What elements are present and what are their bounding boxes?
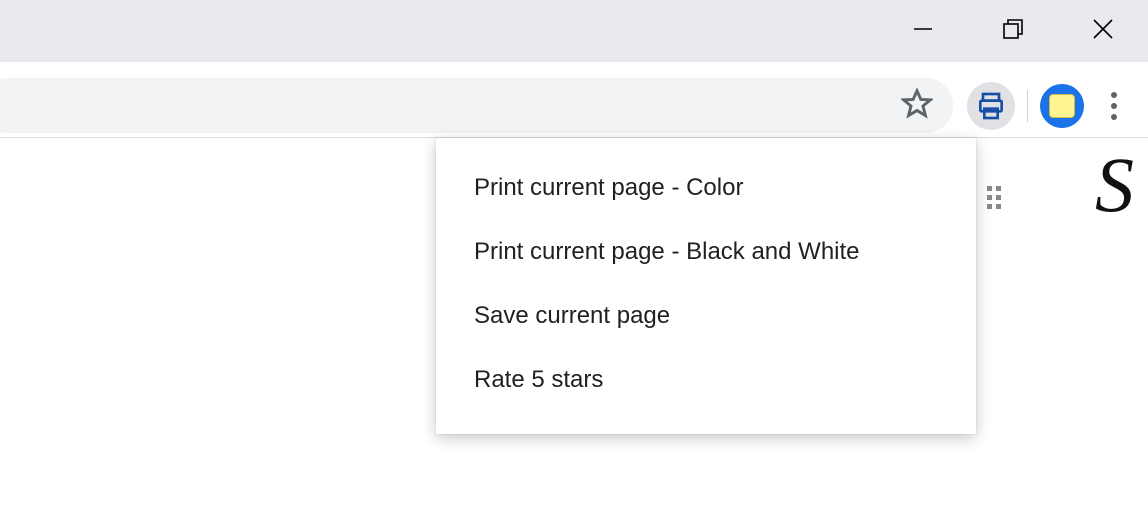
address-bar[interactable] bbox=[0, 78, 953, 133]
toolbar-separator bbox=[1027, 90, 1028, 122]
menu-item-print-bw[interactable]: Print current page - Black and White bbox=[436, 220, 976, 284]
kebab-dot-icon bbox=[1111, 92, 1117, 98]
minimize-icon bbox=[912, 18, 934, 40]
drag-handle-icon bbox=[987, 186, 1001, 209]
maximize-icon bbox=[1002, 18, 1024, 40]
profile-avatar-button[interactable] bbox=[1040, 84, 1084, 128]
browser-toolbar bbox=[0, 74, 1148, 138]
printer-icon bbox=[975, 90, 1007, 122]
print-extension-button[interactable] bbox=[967, 82, 1015, 130]
star-icon bbox=[901, 87, 933, 119]
bookmark-star-button[interactable] bbox=[901, 87, 933, 124]
window-minimize-button[interactable] bbox=[878, 0, 968, 58]
window-titlebar bbox=[0, 0, 1148, 62]
browser-menu-button[interactable] bbox=[1094, 92, 1134, 120]
kebab-dot-icon bbox=[1111, 103, 1117, 109]
menu-item-save-page[interactable]: Save current page bbox=[436, 284, 976, 348]
avatar-icon bbox=[1049, 94, 1075, 118]
window-maximize-button[interactable] bbox=[968, 0, 1058, 58]
kebab-dot-icon bbox=[1111, 114, 1117, 120]
menu-item-print-color[interactable]: Print current page - Color bbox=[436, 156, 976, 220]
page-glyph: S bbox=[1095, 140, 1134, 230]
close-icon bbox=[1091, 17, 1115, 41]
menu-item-rate-5-stars[interactable]: Rate 5 stars bbox=[436, 348, 976, 412]
extension-context-menu: Print current page - Color Print current… bbox=[436, 138, 976, 434]
window-close-button[interactable] bbox=[1058, 0, 1148, 58]
